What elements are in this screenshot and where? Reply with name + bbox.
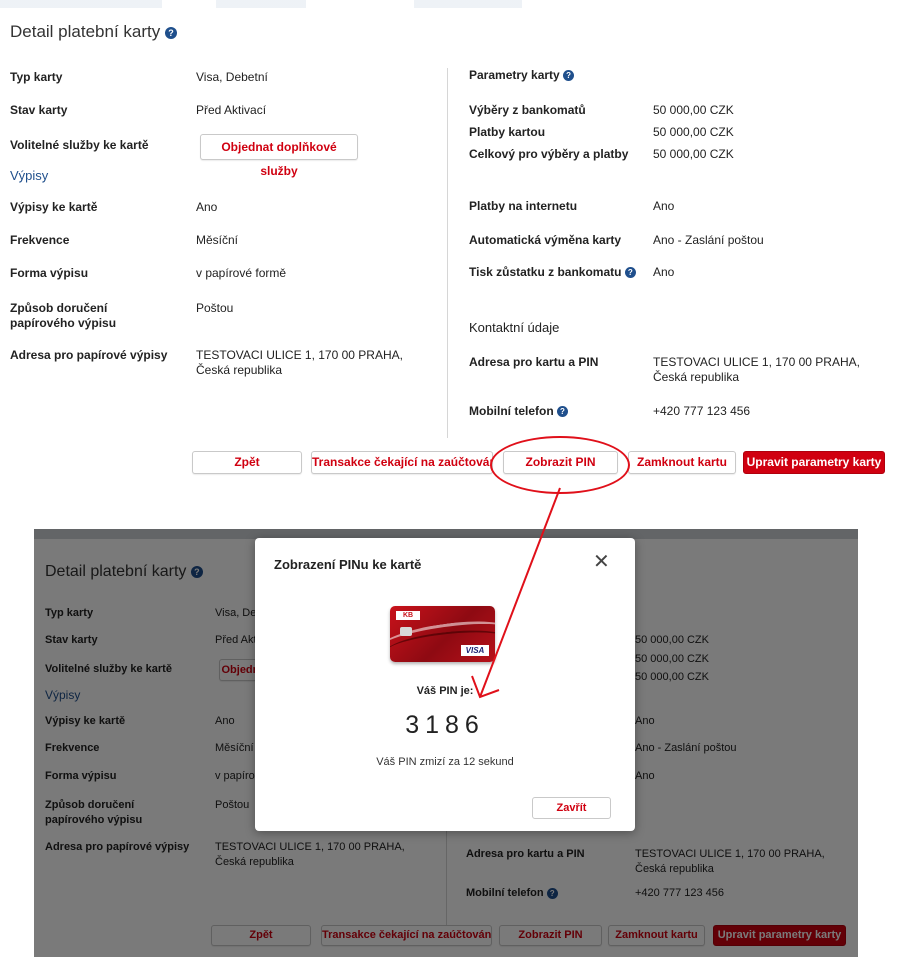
internet-label: Platby na internetu [469, 199, 578, 213]
total-value: 50 000,00 CZK [653, 147, 734, 161]
card-chip [400, 627, 412, 636]
frequency-value: Měsíční [196, 233, 239, 247]
payments-label: Platby kartou [469, 125, 546, 139]
auto-exchange-value: Ano - Zaslání poštou [653, 233, 764, 247]
params-heading: Parametry karty ? [469, 68, 575, 83]
page-title: Detail platební karty ? [10, 22, 177, 42]
pending-transactions-button[interactable]: Transakce čekající na zaúčtování [311, 451, 493, 474]
column-divider [447, 68, 448, 438]
back-button[interactable]: Zpět [192, 451, 302, 474]
modal-title: Zobrazení PINu ke kartě [274, 557, 422, 572]
balance-print-label: Tisk zůstatku z bankomatu ? [469, 265, 636, 280]
visa-logo: VISA [461, 645, 489, 656]
frequency-label: Frekvence [10, 233, 70, 247]
phone-value: +420 777 123 456 [653, 404, 751, 418]
auto-exchange-label: Automatická výměna karty [469, 233, 622, 247]
phone-label-text: Mobilní telefon [469, 404, 554, 418]
close-button[interactable]: Zavřít [532, 797, 611, 819]
internet-value: Ano [653, 199, 675, 213]
help-icon[interactable]: ? [563, 70, 575, 82]
delivery-label: Způsob doručení papírového výpisu [10, 301, 117, 330]
order-services-button[interactable]: Objednat doplňkové služby [200, 134, 358, 178]
card-address-value: TESTOVACI ULICE 1, 170 00 PRAHA, Česká r… [653, 355, 860, 384]
params-heading-text: Parametry karty [469, 68, 560, 82]
contact-heading: Kontaktní údaje [469, 320, 560, 335]
edit-card-params-button[interactable]: Upravit parametry karty [743, 451, 885, 474]
pin-value: 3186 [405, 711, 485, 739]
form-value: v papírové formě [196, 266, 287, 280]
top-cropped-strip [0, 0, 900, 8]
lock-card-button[interactable]: Zamknout kartu [628, 451, 736, 474]
total-label: Celkový pro výběry a platby [469, 147, 629, 161]
card-image: KB VISA [390, 606, 495, 662]
page-title-text: Detail platební karty [10, 22, 161, 41]
atm-value: 50 000,00 CZK [653, 103, 734, 117]
statements-value: Ano [196, 200, 218, 214]
statements-label: Výpisy ke kartě [10, 200, 98, 214]
pin-expiry-note: Váš PIN zmizí za 12 sekund [376, 756, 514, 768]
card-type-label: Typ karty [10, 70, 63, 84]
phone-label: Mobilní telefon ? [469, 404, 568, 419]
card-status-label: Stav karty [10, 103, 68, 117]
help-icon[interactable]: ? [624, 267, 636, 279]
help-icon[interactable]: ? [557, 406, 568, 418]
balance-print-value: Ano [653, 265, 675, 279]
address-value: TESTOVACI ULICE 1, 170 00 PRAHA, Česká r… [196, 348, 403, 377]
close-icon[interactable]: ✕ [593, 552, 610, 572]
statements-heading: Výpisy [10, 168, 49, 183]
annotation-ellipse [490, 436, 630, 494]
optional-services-label: Volitelné služby ke kartě [10, 138, 149, 152]
address-label: Adresa pro papírové výpisy [10, 348, 168, 362]
pin-label: Váš PIN je: [416, 685, 474, 697]
kb-logo: KB [396, 611, 420, 620]
balance-print-label-text: Tisk zůstatku z bankomatu [469, 265, 622, 279]
form-label: Forma výpisu [10, 266, 89, 280]
atm-label: Výběry z bankomatů [469, 103, 586, 117]
card-status-value: Před Aktivací [196, 103, 267, 117]
payments-value: 50 000,00 CZK [653, 125, 734, 139]
card-type-value: Visa, Debetní [196, 70, 268, 84]
card-address-label: Adresa pro kartu a PIN [469, 355, 599, 369]
help-icon[interactable]: ? [164, 26, 177, 39]
pin-modal: Zobrazení PINu ke kartě ✕ KB VISA Váš PI… [255, 538, 635, 831]
delivery-value: Poštou [196, 301, 234, 315]
